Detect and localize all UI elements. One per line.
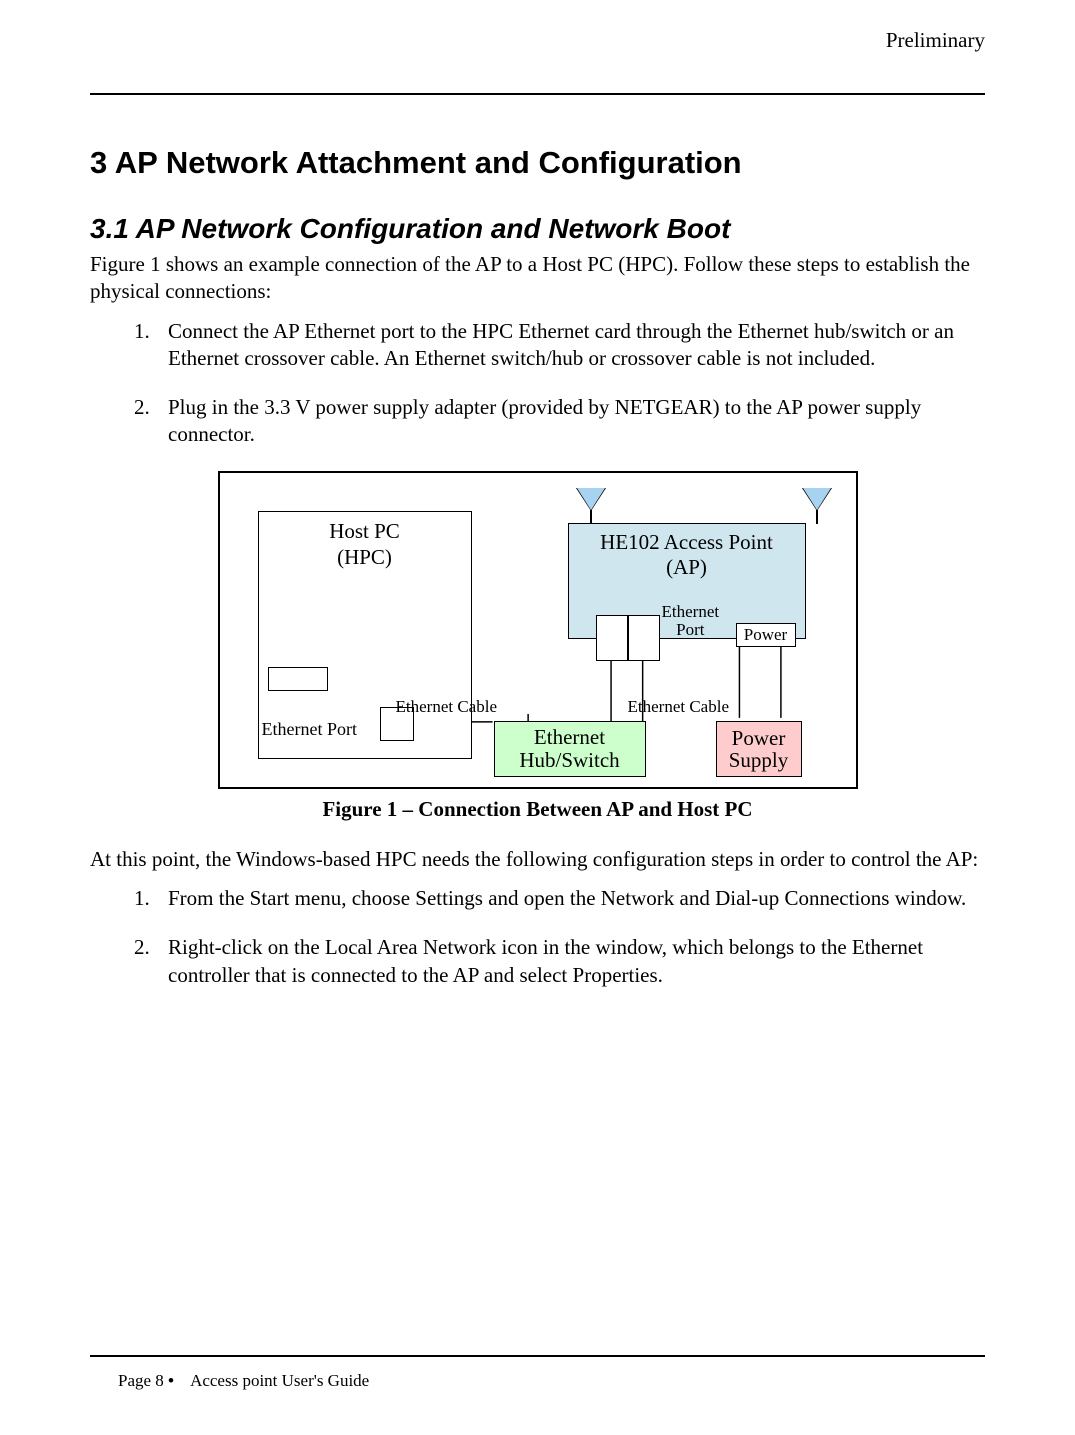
- antenna-icon: [803, 488, 831, 510]
- ap-power-box: Power: [736, 623, 796, 647]
- hub-l1: Ethernet: [534, 725, 605, 749]
- footer-page: Page 8: [118, 1371, 164, 1390]
- list-number: 2.: [134, 394, 150, 421]
- ap-eport-l1: Ethernet: [662, 602, 720, 621]
- page-footer: Page 8 • Access point User's Guide: [118, 1371, 369, 1391]
- ps-l1: Power: [732, 726, 786, 750]
- section-heading: 3 AP Network Attachment and Configuratio…: [90, 145, 985, 181]
- ethernet-cable-label: Ethernet Cable: [628, 697, 730, 717]
- list-item: 2. Plug in the 3.3 V power supply adapter…: [134, 394, 985, 449]
- footer-bullet-icon: •: [168, 1371, 174, 1390]
- steps-list-a: 1. Connect the AP Ethernet port to the HP…: [90, 318, 985, 449]
- hpc-card-box: [268, 667, 328, 691]
- steps-list-b: 1. From the Start menu, choose Settings a…: [90, 885, 985, 989]
- header-preliminary: Preliminary: [90, 28, 985, 53]
- hpc-label-1: Host PC: [329, 518, 400, 544]
- ethernet-cable-label: Ethernet Cable: [396, 697, 498, 717]
- hpc-port-label: Ethernet Port: [260, 719, 359, 740]
- list-item: 2. Right-click on the Local Area Network …: [134, 934, 985, 989]
- ethernet-hub-box: Ethernet Hub/Switch: [494, 721, 646, 777]
- ap-label-2: (AP): [666, 555, 707, 580]
- bottom-rule: [90, 1355, 985, 1357]
- list-item: 1. Connect the AP Ethernet port to the HP…: [134, 318, 985, 373]
- list-text: From the Start menu, choose Settings and…: [168, 886, 966, 910]
- list-text: Right-click on the Local Area Network ic…: [168, 935, 923, 986]
- figure-caption: Figure 1 – Connection Between AP and Hos…: [322, 797, 752, 822]
- list-item: 1. From the Start menu, choose Settings a…: [134, 885, 985, 912]
- subsection-heading: 3.1 AP Network Configuration and Network…: [90, 213, 985, 245]
- ap-eport-l2: Port: [676, 620, 704, 639]
- list-number: 2.: [134, 934, 150, 961]
- list-text: Connect the AP Ethernet port to the HPC …: [168, 319, 954, 370]
- antenna-stem: [590, 510, 592, 524]
- after-figure-paragraph: At this point, the Windows-based HPC nee…: [90, 846, 985, 873]
- ps-l2: Supply: [729, 748, 789, 772]
- ap-ethernet-port-box: [596, 615, 628, 661]
- antenna-icon: [577, 488, 605, 510]
- hpc-label-2: (HPC): [337, 544, 392, 570]
- power-supply-box: Power Supply: [716, 721, 802, 777]
- ap-label-1: HE102 Access Point: [600, 530, 773, 555]
- footer-title: Access point User's Guide: [190, 1371, 369, 1390]
- ap-ethernet-port-label: Ethernet Port: [662, 603, 720, 639]
- figure-1: Host PC (HPC) Ethernet Port HE102 Access…: [90, 471, 985, 822]
- ap-ethernet-port-box2: [628, 615, 660, 661]
- list-number: 1.: [134, 318, 150, 345]
- hub-l2: Hub/Switch: [519, 748, 619, 772]
- list-text: Plug in the 3.3 V power supply adapter (…: [168, 395, 921, 446]
- intro-paragraph: Figure 1 shows an example connection of …: [90, 251, 985, 306]
- list-number: 1.: [134, 885, 150, 912]
- top-rule: [90, 93, 985, 95]
- figure-diagram: Host PC (HPC) Ethernet Port HE102 Access…: [218, 471, 858, 789]
- antenna-stem: [816, 510, 818, 524]
